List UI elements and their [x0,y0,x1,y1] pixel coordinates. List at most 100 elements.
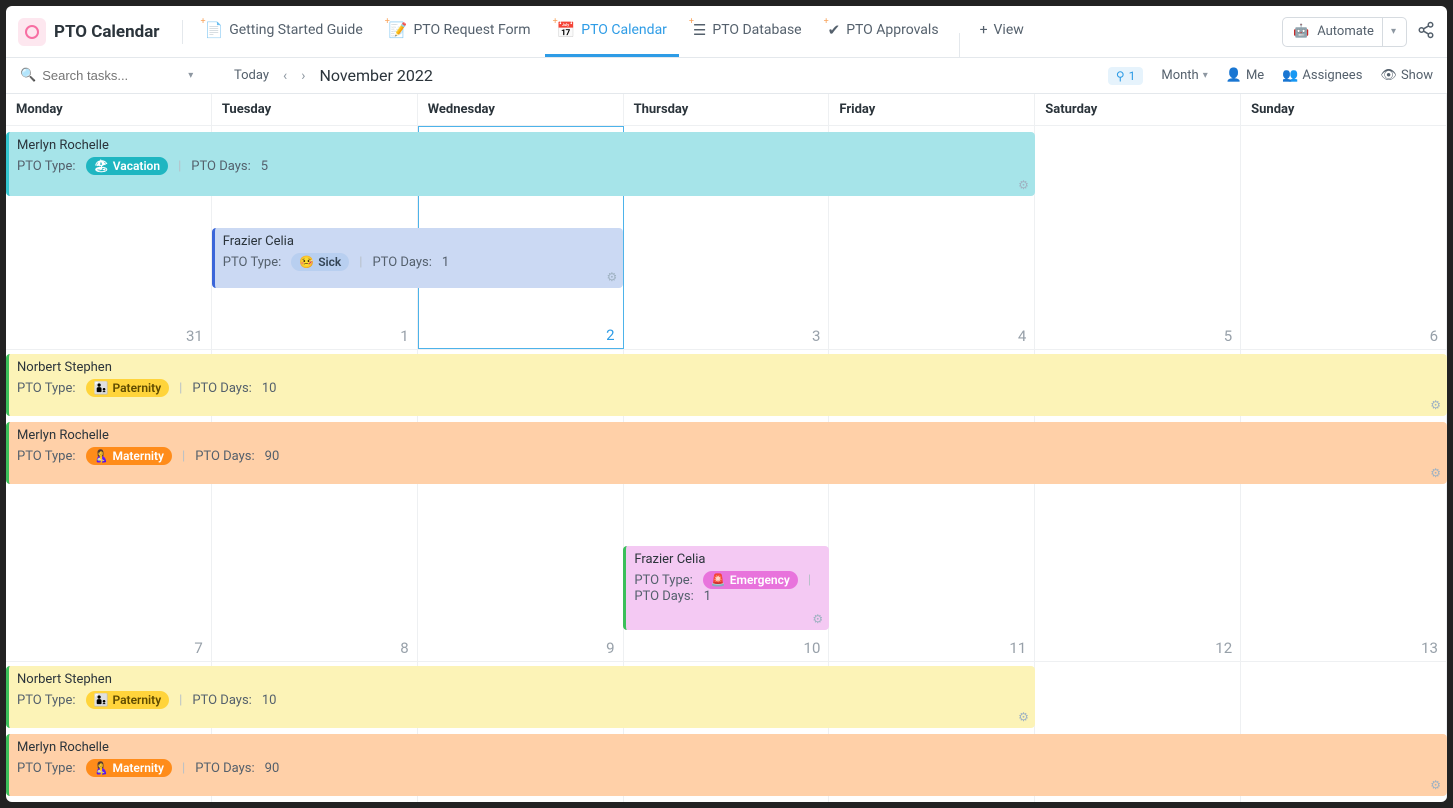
tab-label: PTO Request Form [413,22,530,38]
gear-icon[interactable]: ⚙ [1018,710,1029,724]
pto-days-value: 10 [262,693,277,708]
pto-days-value: 90 [265,449,280,464]
gear-icon[interactable]: ⚙ [1430,398,1441,412]
chevron-down-icon: ▾ [1391,26,1396,37]
pto-days-value: 90 [265,761,280,776]
date-number: 9 [606,639,614,657]
tab-label: Getting Started Guide [229,22,363,38]
robot-icon: 🤖 [1293,24,1309,39]
pto-type-label: PTO Type: [17,693,76,708]
pto-type-badge: 🏖Vacation [86,157,169,175]
day-header: Sunday [1241,94,1447,126]
pto-days-label: PTO Days: [634,589,693,604]
gear-icon[interactable]: ⚙ [1430,466,1441,480]
gear-icon[interactable]: ⚙ [607,270,618,284]
day-header: Friday [829,94,1035,126]
gear-icon[interactable]: ⚙ [1430,778,1441,792]
prev-month-button[interactable]: ‹ [283,68,287,84]
event-title: Merlyn Rochelle [17,138,1027,153]
pto-event-paternity[interactable]: Norbert Stephen PTO Type: 👨‍👦Paternity |… [6,354,1447,416]
chevron-down-icon[interactable]: ▾ [188,70,193,81]
date-number: 3 [812,327,820,345]
date-number: 1 [400,327,408,345]
view-tabs: +📄 Getting Started Guide +📝 PTO Request … [193,6,1036,57]
date-number: 4 [1018,327,1026,345]
pto-event-paternity[interactable]: Norbert Stephen PTO Type: 👨‍👦Paternity |… [6,666,1035,728]
pto-days-value: 1 [442,255,449,270]
event-title: Frazier Celia [223,234,616,249]
pto-event-vacation[interactable]: Merlyn Rochelle PTO Type: 🏖Vacation | PT… [6,132,1035,196]
pto-days-value: 10 [262,381,277,396]
pto-type-label: PTO Type: [634,573,693,588]
calendar-week: 31 1 2 3 4 5 6 Merlyn Rochelle PTO Type:… [6,126,1447,350]
date-number: 31 [186,327,203,345]
date-number: 2 [606,326,614,344]
assignees-filter[interactable]: 👥 Assignees [1282,68,1362,83]
page-title: PTO Calendar [54,22,160,42]
search-input[interactable] [42,68,182,83]
pto-days-label: PTO Days: [192,693,251,708]
add-view-label: View [994,22,1024,38]
me-filter[interactable]: 👤 Me [1226,68,1264,83]
date-number: 10 [804,639,821,657]
date-number: 13 [1421,639,1438,657]
pto-event-maternity[interactable]: Merlyn Rochelle PTO Type: 🤱Maternity | P… [6,422,1447,484]
pto-type-label: PTO Type: [223,255,282,270]
day-header: Saturday [1035,94,1241,126]
people-icon: 👥 [1282,68,1298,83]
next-month-button[interactable]: › [301,68,305,84]
today-button[interactable]: Today [234,68,269,83]
tab-getting-started[interactable]: +📄 Getting Started Guide [193,6,375,57]
gear-icon[interactable]: ⚙ [812,612,823,626]
view-mode-select[interactable]: Month ▾ [1161,68,1207,83]
calendar-day-headers: Monday Tuesday Wednesday Thursday Friday… [6,94,1447,126]
calendar-cell[interactable]: 6 [1241,126,1447,349]
pto-type-badge: 🤱Maternity [86,759,173,777]
tab-label: PTO Calendar [581,22,667,38]
search-icon: 🔍 [20,68,36,83]
day-header: Thursday [624,94,830,126]
list-icon: +☰ [693,21,706,39]
event-title: Norbert Stephen [17,672,1027,687]
pto-days-label: PTO Days: [195,449,254,464]
show-menu[interactable]: 👁 Show [1380,68,1433,83]
calendar-week: Norbert Stephen PTO Type: 👨‍👦Paternity |… [6,662,1447,802]
plus-icon: + [980,22,988,38]
tab-approvals[interactable]: +✔ PTO Approvals [816,6,951,57]
date-number: 7 [194,639,202,657]
calendar-week: 7 8 9 10 11 12 13 Norbert Stephen PTO Ty… [6,350,1447,662]
tab-database[interactable]: +☰ PTO Database [681,6,814,57]
day-header: Monday [6,94,212,126]
tab-calendar[interactable]: +📅 PTO Calendar [545,6,679,57]
pto-type-badge: 👨‍👦Paternity [86,691,170,709]
topbar: PTO Calendar +📄 Getting Started Guide +📝… [6,6,1447,58]
automate-label: Automate [1317,24,1374,39]
tab-request-form[interactable]: +📝 PTO Request Form [377,6,543,57]
date-number: 6 [1430,327,1438,345]
calendar-cell[interactable]: 5 [1035,126,1241,349]
add-view-button[interactable]: + View [968,6,1036,57]
gear-icon[interactable]: ⚙ [1018,178,1029,192]
pto-type-label: PTO Type: [17,761,76,776]
chevron-down-icon: ▾ [1203,70,1208,81]
filter-chip[interactable]: ⚲ 1 [1108,67,1144,85]
date-number: 11 [1009,639,1026,657]
pto-days-label: PTO Days: [372,255,431,270]
share-icon[interactable] [1417,21,1435,43]
tab-label: PTO Database [712,22,801,38]
month-label: November 2022 [319,66,432,85]
calendar-body[interactable]: 31 1 2 3 4 5 6 Merlyn Rochelle PTO Type:… [6,126,1447,802]
pto-type-badge: 🚨Emergency [703,571,798,589]
pto-event-sick[interactable]: Frazier Celia PTO Type: 🤒Sick | PTO Days… [212,228,624,288]
event-title: Frazier Celia [634,552,821,567]
pto-days-value: 5 [261,159,268,174]
automate-button[interactable]: 🤖 Automate ▾ [1282,17,1407,47]
pto-days-value: 1 [704,589,711,604]
person-icon: 👤 [1226,68,1242,83]
app-logo [18,18,46,46]
pto-event-maternity[interactable]: Merlyn Rochelle PTO Type: 🤱Maternity | P… [6,734,1447,796]
form-icon: +📝 [389,21,408,39]
pto-event-emergency[interactable]: Frazier Celia PTO Type: 🚨Emergency | PTO… [623,546,829,630]
pto-days-label: PTO Days: [192,381,251,396]
date-number: 12 [1215,639,1232,657]
